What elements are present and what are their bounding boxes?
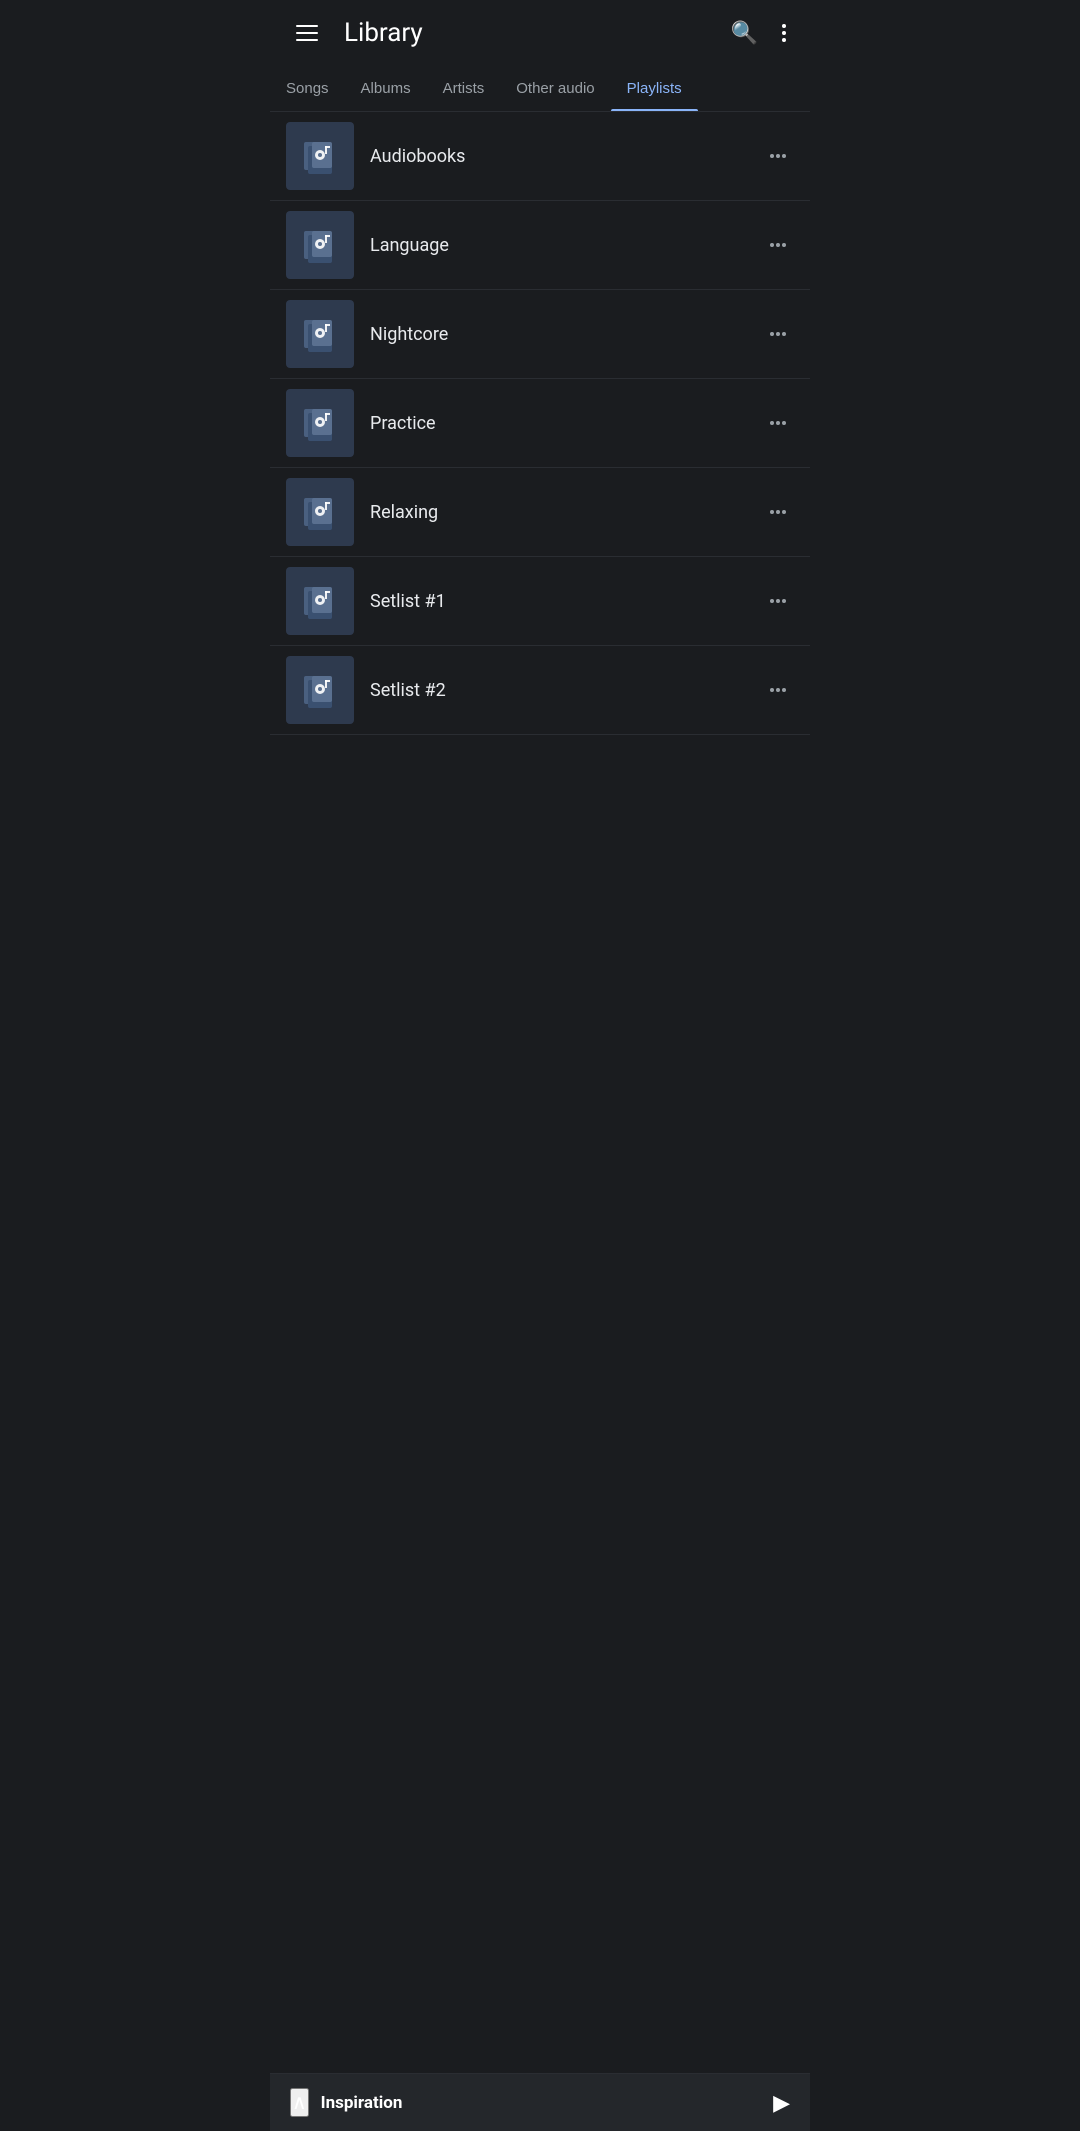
playlist-name: Language [370, 235, 762, 256]
playlist-thumbnail [286, 300, 354, 368]
playlist-name: Relaxing [370, 502, 762, 523]
list-item[interactable]: Practice [270, 379, 810, 468]
header-actions: 🔍 [727, 16, 790, 50]
more-dots-icon [770, 243, 786, 247]
play-icon: ▶ [773, 2090, 790, 2116]
playlist-thumbnail [286, 389, 354, 457]
playlist-more-button[interactable] [762, 502, 794, 522]
playlist-more-button[interactable] [762, 146, 794, 166]
player-left-section: ∧ Inspiration [290, 2088, 402, 2117]
playlist-name: Practice [370, 413, 762, 434]
more-dots-icon [770, 332, 786, 336]
playlist-more-button[interactable] [762, 324, 794, 344]
tab-other-audio[interactable]: Other audio [500, 66, 610, 111]
player-expand-button[interactable]: ∧ [290, 2088, 309, 2117]
list-item[interactable]: Setlist #1 [270, 557, 810, 646]
playlist-list: Audiobooks [270, 112, 810, 735]
header: Library 🔍 [270, 0, 810, 66]
main-content: Audiobooks [270, 112, 810, 805]
list-item[interactable]: Nightcore [270, 290, 810, 379]
list-item[interactable]: Audiobooks [270, 112, 810, 201]
menu-button[interactable] [290, 19, 324, 47]
playlist-music-icon [302, 494, 338, 530]
playlist-thumbnail [286, 122, 354, 190]
list-item[interactable]: Relaxing [270, 468, 810, 557]
playlist-music-icon [302, 227, 338, 263]
playlist-music-icon [302, 583, 338, 619]
bottom-player-bar[interactable]: ∧ Inspiration ▶ [270, 2073, 810, 2131]
tab-playlists[interactable]: Playlists [611, 66, 698, 111]
playlist-name: Setlist #2 [370, 680, 762, 701]
playlist-thumbnail [286, 478, 354, 546]
playlist-name: Setlist #1 [370, 591, 762, 612]
now-playing-title: Inspiration [321, 2093, 403, 2113]
more-options-button[interactable] [778, 20, 790, 46]
search-button[interactable]: 🔍 [727, 16, 762, 50]
playlist-name: Nightcore [370, 324, 762, 345]
tab-songs[interactable]: Songs [270, 66, 345, 111]
more-dots-icon [770, 688, 786, 692]
playlist-thumbnail [286, 656, 354, 724]
playlist-more-button[interactable] [762, 591, 794, 611]
more-dots-icon [770, 421, 786, 425]
search-icon: 🔍 [731, 20, 758, 46]
page-title: Library [344, 18, 423, 48]
more-dots-icon [770, 599, 786, 603]
playlist-music-icon [302, 405, 338, 441]
playlist-name: Audiobooks [370, 146, 762, 167]
hamburger-icon [294, 23, 320, 43]
tab-albums[interactable]: Albums [345, 66, 427, 111]
playlist-music-icon [302, 138, 338, 174]
playlist-more-button[interactable] [762, 680, 794, 700]
chevron-up-icon: ∧ [292, 2092, 307, 2114]
playlist-thumbnail [286, 211, 354, 279]
playlist-more-button[interactable] [762, 413, 794, 433]
header-left: Library [290, 18, 423, 48]
more-dots-icon [770, 154, 786, 158]
list-item[interactable]: Setlist #2 [270, 646, 810, 735]
more-options-icon [782, 24, 786, 42]
more-dots-icon [770, 510, 786, 514]
tabs-bar: Songs Albums Artists Other audio Playlis… [270, 66, 810, 112]
playlist-more-button[interactable] [762, 235, 794, 255]
playlist-music-icon [302, 316, 338, 352]
playlist-thumbnail [286, 567, 354, 635]
playlist-music-icon [302, 672, 338, 708]
list-item[interactable]: Language [270, 201, 810, 290]
player-play-button[interactable]: ▶ [773, 2090, 790, 2116]
tab-artists[interactable]: Artists [427, 66, 501, 111]
